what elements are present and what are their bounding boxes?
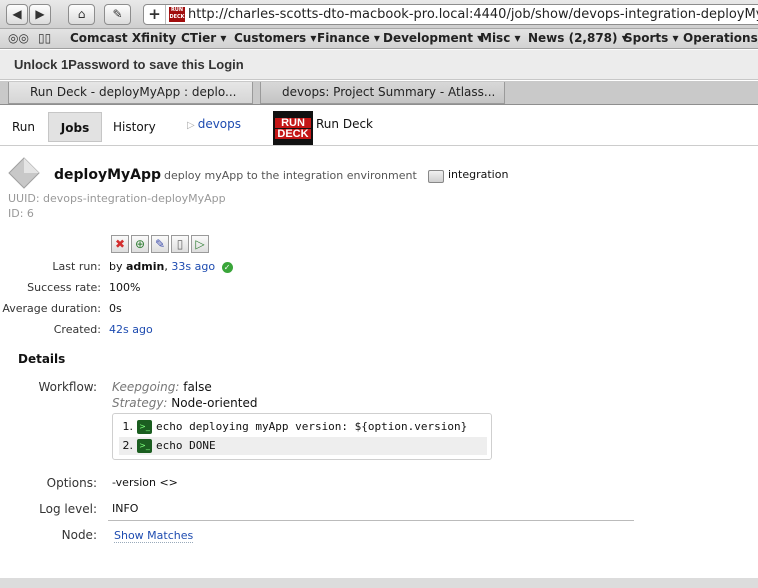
app-name: Run Deck xyxy=(316,117,373,131)
strategy-value: Strategy: Node-oriented xyxy=(112,396,258,410)
delete-x-icon: ✖ xyxy=(114,237,126,251)
key-icon: ✎ xyxy=(112,7,123,21)
bookmark-finance[interactable]: Finance ▾ xyxy=(317,31,380,45)
browser-tab-strip: Run Deck - deployMyApp : deplo... devops… xyxy=(0,81,758,105)
job-id: ID: 6 xyxy=(8,207,34,220)
bookmark-development[interactable]: Development ▾ xyxy=(383,31,483,45)
last-run-user: admin xyxy=(126,260,165,273)
browser-tab-atlassian[interactable]: devops: Project Summary - Atlass... xyxy=(260,82,505,104)
avg-duration-label: Average duration: xyxy=(2,302,101,315)
bookmark-news[interactable]: News (2,878) ▾ xyxy=(528,31,628,45)
app-nav: Run Jobs History ▷ devops RUN DECK Run De… xyxy=(0,106,758,146)
nav-run[interactable]: Run xyxy=(6,112,41,142)
triangle-right-icon: ▷ xyxy=(187,120,195,131)
home-button[interactable]: ⌂ xyxy=(68,4,95,25)
job-diamond-icon xyxy=(8,157,40,189)
notice-text: Unlock 1Password to save this Login xyxy=(14,57,244,72)
bookmark-ctier[interactable]: CTier ▾ xyxy=(181,31,226,45)
bookmark-misc[interactable]: Misc ▾ xyxy=(480,31,521,45)
node-label: Node: xyxy=(61,528,97,542)
url-text[interactable]: http://charles-scotts-dto-macbook-pro.lo… xyxy=(188,5,758,24)
terminal-icon: >_ xyxy=(137,439,152,453)
keepgoing-value: Keepgoing: false xyxy=(112,380,212,394)
created-link[interactable]: 42s ago xyxy=(109,323,153,336)
avg-duration-value: 0s xyxy=(109,302,122,315)
bookmark-comcast[interactable]: Comcast Xfinity xyxy=(70,31,176,45)
workflow-step: 1. >_ echo deploying myApp version: ${opti… xyxy=(122,420,468,434)
delete-button[interactable]: ✖ xyxy=(111,235,129,253)
success-rate-value: 100% xyxy=(109,281,141,294)
options-label: Options: xyxy=(46,476,97,490)
success-check-icon: ✓ xyxy=(221,261,233,273)
chevron-down-icon: ▾ xyxy=(668,31,679,45)
workflow-label: Workflow: xyxy=(38,380,98,394)
details-heading: Details xyxy=(18,352,66,366)
job-group[interactable]: integration xyxy=(448,168,508,181)
nav-history[interactable]: History xyxy=(107,112,162,142)
download-button[interactable]: ▯ xyxy=(171,235,189,253)
back-button[interactable]: ◀ xyxy=(6,4,28,25)
add-bookmark-icon[interactable]: + xyxy=(144,5,166,24)
document-icon: ▯ xyxy=(176,237,184,251)
job-description: deploy myApp to the integration environm… xyxy=(164,169,417,182)
copy-button[interactable]: ⊕ xyxy=(131,235,149,253)
rundeck-logo: RUN DECK xyxy=(273,111,313,145)
last-run-value: by admin, 33s ago ✓ xyxy=(109,260,233,273)
bookmark-sports[interactable]: Sports ▾ xyxy=(624,31,678,45)
options-value: -version <> xyxy=(112,476,178,489)
open-book-icon[interactable]: ▯▯ xyxy=(38,31,51,45)
terminal-icon: >_ xyxy=(137,420,152,434)
arrow-right-icon: ▶ xyxy=(35,7,45,21)
run-button[interactable]: ▷ xyxy=(191,235,209,253)
loglevel-label: Log level: xyxy=(39,502,97,516)
arrow-left-icon: ◀ xyxy=(12,7,22,21)
play-icon: ▷ xyxy=(195,237,205,251)
bookmark-customers[interactable]: Customers ▾ xyxy=(234,31,316,45)
home-icon: ⌂ xyxy=(77,7,86,21)
workflow-step: 2. >_ echo DONE xyxy=(119,437,487,455)
loglevel-value: INFO xyxy=(112,502,139,515)
plus-circle-icon: ⊕ xyxy=(134,237,146,251)
bookmark-operations[interactable]: Operations/C xyxy=(683,31,758,45)
forward-button[interactable]: ▶ xyxy=(29,4,51,25)
last-run-label: Last run: xyxy=(52,260,101,273)
bookmarks-bar: ◎◎ ▯▯ Comcast Xfinity CTier ▾ Customers … xyxy=(0,29,758,49)
stats-labels: Last run: Success rate: Average duration… xyxy=(0,260,101,340)
nav-jobs[interactable]: Jobs xyxy=(48,112,102,142)
created-label: Created: xyxy=(53,323,101,336)
edit-button[interactable]: ✎ xyxy=(151,235,169,253)
project-breadcrumb[interactable]: ▷ devops xyxy=(187,117,241,131)
last-run-link[interactable]: 33s ago xyxy=(171,260,215,273)
browser-tab-rundeck[interactable]: Run Deck - deployMyApp : deplo... xyxy=(8,82,253,104)
address-bar[interactable]: + RUN DECK http://charles-scotts-dto-macb… xyxy=(143,4,758,25)
chevron-down-icon: ▾ xyxy=(306,31,317,45)
rundeck-favicon-icon: RUN DECK xyxy=(169,7,185,22)
job-uuid: UUID: devops-integration-deployMyApp xyxy=(8,192,226,205)
folder-icon xyxy=(428,170,444,183)
password-notice-bar[interactable]: Unlock 1Password to save this Login xyxy=(0,50,758,80)
chevron-down-icon: ▾ xyxy=(369,31,380,45)
workflow-steps: 1. >_ echo deploying myApp version: ${opti… xyxy=(112,413,492,460)
chevron-down-icon: ▾ xyxy=(510,31,521,45)
1password-button[interactable]: ✎ xyxy=(104,4,131,25)
pencil-icon: ✎ xyxy=(154,237,166,251)
chevron-down-icon: ▾ xyxy=(216,31,227,45)
job-name[interactable]: deployMyApp xyxy=(54,167,161,183)
show-matches-link[interactable]: Show Matches xyxy=(114,529,194,543)
reading-glasses-icon[interactable]: ◎◎ xyxy=(8,31,29,45)
divider xyxy=(108,520,634,521)
success-rate-label: Success rate: xyxy=(27,281,101,294)
browser-toolbar: ◀ ▶ ⌂ ✎ + RUN DECK http://charles-scotts-… xyxy=(0,0,758,29)
status-bar xyxy=(0,578,758,588)
